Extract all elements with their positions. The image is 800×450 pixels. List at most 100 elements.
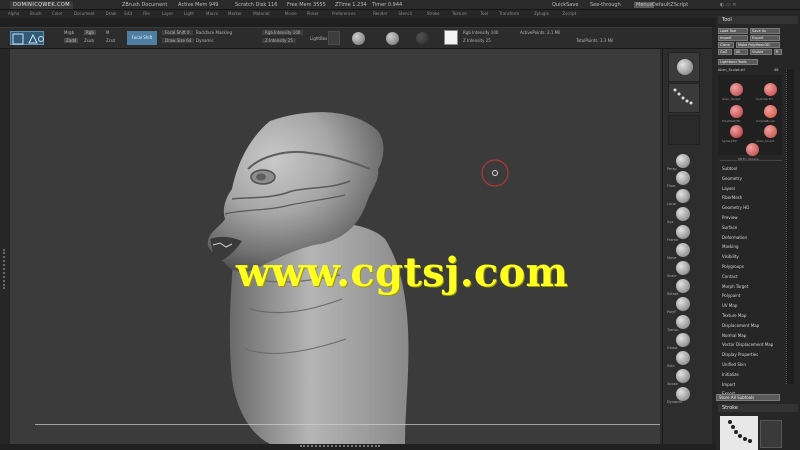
draw-size-slider[interactable]: Draw Size 64 bbox=[162, 38, 195, 43]
stroke-preview[interactable] bbox=[720, 416, 758, 450]
shelf-floor-icon[interactable] bbox=[676, 171, 690, 185]
shelf-scale-icon[interactable] bbox=[676, 261, 690, 275]
bottom-tray-grip[interactable] bbox=[300, 445, 380, 448]
store-all-subtools-button[interactable]: Store All Subtools bbox=[716, 394, 780, 401]
tool-thumbnail[interactable] bbox=[764, 83, 777, 96]
focal-shift-button[interactable]: Focal Shift bbox=[127, 31, 157, 45]
shelf-persp-icon[interactable] bbox=[676, 154, 690, 168]
subpalette-masking[interactable]: Masking bbox=[722, 244, 739, 249]
shelf-local-icon[interactable] bbox=[676, 189, 690, 203]
subpalette-morph-target[interactable]: Morph Target bbox=[722, 284, 748, 289]
menu-marker[interactable]: Marker bbox=[228, 11, 242, 16]
menu-edit[interactable]: Edit bbox=[124, 11, 132, 16]
menu-light[interactable]: Light bbox=[184, 11, 194, 16]
menu-transform[interactable]: Transform bbox=[499, 11, 519, 16]
shelf-transp-icon[interactable] bbox=[676, 315, 690, 329]
subpalette-deformation[interactable]: Deformation bbox=[722, 235, 747, 240]
see-through-slider[interactable]: See-through bbox=[590, 2, 621, 8]
alpha-icon[interactable] bbox=[416, 32, 429, 45]
brush-icon[interactable] bbox=[352, 32, 365, 45]
subpalette-normal-map[interactable]: Normal Map bbox=[722, 333, 746, 338]
tool-palette-title[interactable]: Tool bbox=[718, 16, 798, 24]
subpalette-layers[interactable]: Layers bbox=[722, 186, 735, 191]
subpalette-visibility[interactable]: Visibility bbox=[722, 254, 739, 259]
subpalette-texture-map[interactable]: Texture Map bbox=[722, 313, 746, 318]
menu-zplugin[interactable]: Zplugin bbox=[534, 11, 549, 16]
stroke-palette-title[interactable]: Stroke bbox=[718, 404, 798, 412]
subpalette-import[interactable]: Import bbox=[722, 382, 735, 387]
rgb-intensity-slider[interactable]: Rgb Intensity 100 bbox=[262, 30, 304, 35]
subpalette-geometry-hd[interactable]: Geometry HD bbox=[722, 205, 749, 210]
mrgb-toggle[interactable]: Mrgb bbox=[64, 30, 74, 35]
load-tool-button[interactable]: Load Tool bbox=[718, 28, 748, 34]
menu-render[interactable]: Render bbox=[373, 11, 387, 16]
tool-thumbnail[interactable] bbox=[730, 125, 743, 138]
subpalette-preview[interactable]: Preview bbox=[722, 215, 738, 220]
shelf-dynamic-icon[interactable] bbox=[676, 387, 690, 401]
menu-zscript[interactable]: Zscript bbox=[562, 11, 576, 16]
shelf-xpose-icon[interactable] bbox=[676, 369, 690, 383]
shelf-rotate-icon[interactable] bbox=[676, 279, 690, 293]
menu-draw[interactable]: Draw bbox=[106, 11, 116, 16]
menu-document[interactable]: Document bbox=[74, 11, 95, 16]
shelf-move-icon[interactable] bbox=[676, 243, 690, 257]
default-zscript-button[interactable]: DefaultZScript bbox=[652, 2, 688, 8]
subpalette-displacement-map[interactable]: Displacement Map bbox=[722, 323, 759, 328]
visible-button[interactable]: Visible bbox=[750, 49, 772, 55]
palette-scrollbar[interactable] bbox=[786, 69, 794, 384]
subpalette-display-properties[interactable]: Display Properties bbox=[722, 352, 758, 357]
menu-stroke[interactable]: Stroke bbox=[427, 11, 440, 16]
shelf-frame-icon[interactable] bbox=[676, 225, 690, 239]
subpalette-surface[interactable]: Surface bbox=[722, 225, 737, 230]
menu-file[interactable]: File bbox=[143, 11, 150, 16]
menu-alpha[interactable]: Alpha bbox=[8, 11, 19, 16]
shelf-alpha-preview[interactable] bbox=[668, 115, 700, 145]
rgb-toggle[interactable]: Rgb bbox=[84, 30, 96, 35]
tool-thumbnail[interactable] bbox=[764, 125, 777, 138]
dynamic-toggle[interactable]: Dynamic bbox=[196, 38, 214, 43]
z-intensity-slider[interactable]: Z Intensity 25 bbox=[262, 38, 296, 43]
tool-thumbnail[interactable] bbox=[730, 83, 743, 96]
clone-button[interactable]: Clone bbox=[718, 42, 734, 48]
r-button[interactable]: R bbox=[774, 49, 782, 55]
menu-movie[interactable]: Movie bbox=[285, 11, 297, 16]
mode-square-button[interactable] bbox=[328, 31, 340, 45]
import-button[interactable]: Import bbox=[718, 35, 748, 41]
lightbox-button[interactable]: LightBox bbox=[310, 36, 327, 41]
stroke-curve-preview[interactable] bbox=[760, 420, 782, 448]
material-swatch[interactable] bbox=[444, 30, 458, 45]
lightbox-tools-button[interactable]: Lightbox>Tools bbox=[718, 59, 758, 65]
export-button[interactable]: Export bbox=[750, 35, 780, 41]
menu-macro[interactable]: Macro bbox=[206, 11, 218, 16]
tool-thumbnail[interactable] bbox=[730, 105, 743, 118]
zsub-toggle[interactable]: Zsub bbox=[84, 38, 94, 43]
edit-draw-mode-icons[interactable] bbox=[10, 31, 44, 45]
goz-button[interactable]: GoZ bbox=[718, 49, 732, 55]
subpalette-polypaint[interactable]: Polypaint bbox=[722, 293, 740, 298]
menu-picker[interactable]: Picker bbox=[307, 11, 319, 16]
quicksave-button[interactable]: QuickSave bbox=[552, 2, 578, 8]
alien-sculpt-model[interactable] bbox=[10, 49, 662, 444]
subpalette-initialize[interactable]: Initialize bbox=[722, 372, 739, 377]
zadd-toggle[interactable]: Zadd bbox=[64, 38, 79, 43]
subpalette-unified-skin[interactable]: Unified Skin bbox=[722, 362, 746, 367]
shelf-brush-preview[interactable] bbox=[668, 52, 700, 82]
zcut-toggle[interactable]: Zcut bbox=[106, 38, 115, 43]
tool-thumbnail[interactable] bbox=[746, 143, 759, 156]
focal-shift-slider[interactable]: Focal Shift 0 bbox=[162, 30, 193, 35]
subpalette-uv-map[interactable]: UV Map bbox=[722, 303, 737, 308]
backface-masking-toggle[interactable]: Backface Masking bbox=[196, 30, 232, 35]
document-canvas[interactable]: www.cgtsj.com bbox=[10, 49, 662, 444]
menu-preferences[interactable]: Preferences bbox=[332, 11, 356, 16]
subpalette-fibermesh[interactable]: FiberMesh bbox=[722, 195, 742, 200]
shelf-ghost-icon[interactable] bbox=[676, 333, 690, 347]
all-button[interactable]: All bbox=[734, 49, 748, 55]
shelf-solo-icon[interactable] bbox=[676, 351, 690, 365]
make-polymesh3d-button[interactable]: Make PolyMesh3D bbox=[736, 42, 780, 48]
subpalette-contact[interactable]: Contact bbox=[722, 274, 738, 279]
subpalette-subtool[interactable]: Subtool bbox=[722, 166, 737, 171]
left-tray[interactable] bbox=[0, 49, 10, 444]
window-controls-icon[interactable]: ◐ ▭ ✕ bbox=[720, 2, 736, 8]
shelf-xyz-icon[interactable] bbox=[676, 207, 690, 221]
tool-thumbnail[interactable] bbox=[764, 105, 777, 118]
